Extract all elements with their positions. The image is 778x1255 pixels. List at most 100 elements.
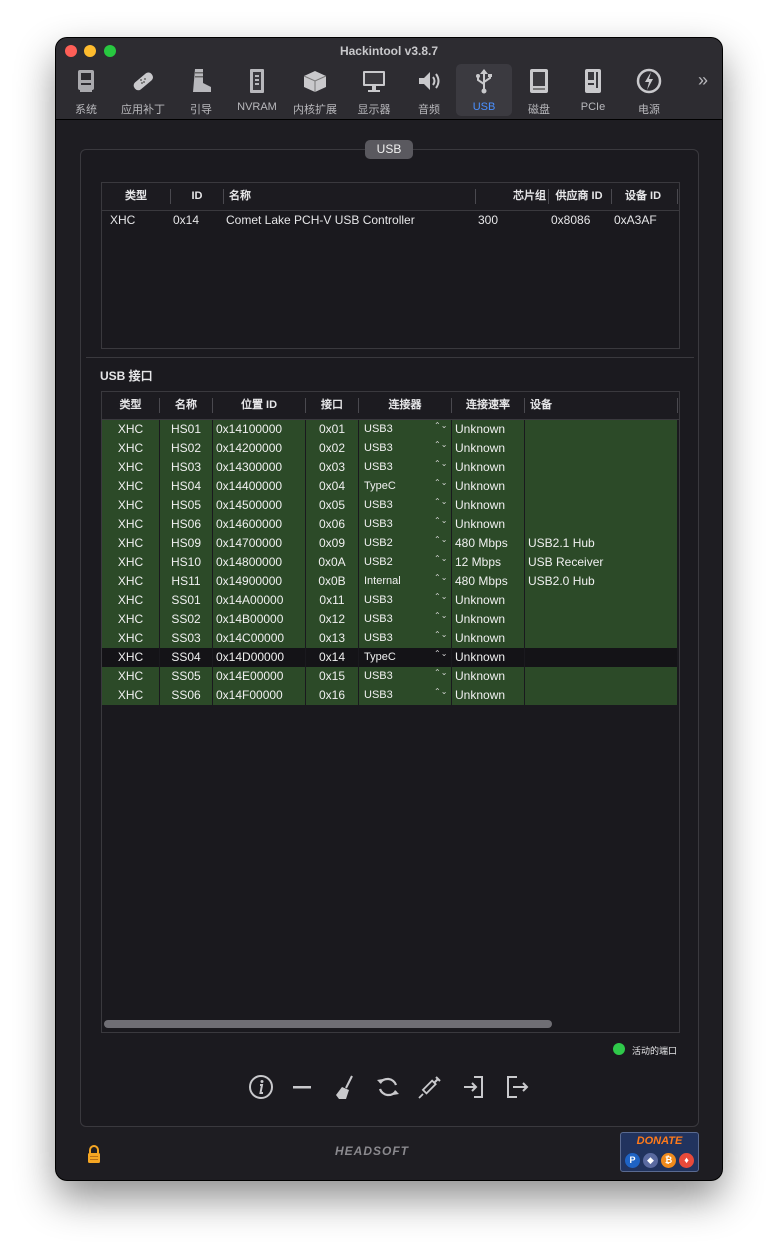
header-speed[interactable]: 连接速率: [452, 392, 524, 419]
cell-connector[interactable]: USB3: [364, 420, 434, 439]
port-row[interactable]: XHC HS10 0x14800000 0x0A USB2 12 Mbps USB Rece…: [102, 553, 677, 572]
connector-popup-chevron-icon[interactable]: ⌃⌄: [434, 439, 447, 459]
connector-popup-chevron-icon[interactable]: ⌃⌄: [434, 553, 447, 573]
port-row[interactable]: XHC HS09 0x14700000 0x09 USB2 480 Mbps USB2.1 …: [102, 534, 677, 553]
cell-location-id: 0x14700000: [216, 536, 283, 550]
header-device-id[interactable]: 设备 ID: [612, 183, 674, 210]
header-vendor-id[interactable]: 供应商 ID: [549, 183, 609, 210]
syringe-icon[interactable]: [416, 1073, 444, 1101]
connector-popup-chevron-icon[interactable]: ⌃⌄: [434, 534, 447, 554]
header-port[interactable]: 接口: [306, 392, 358, 419]
minus-icon[interactable]: [289, 1073, 317, 1101]
cell-connector[interactable]: USB2: [364, 553, 434, 572]
port-row[interactable]: XHC SS05 0x14E00000 0x15 USB3 Unknown ⌃⌄: [102, 667, 677, 686]
cell-location-id: 0x14A00000: [216, 593, 284, 607]
connector-popup-chevron-icon[interactable]: ⌃⌄: [434, 629, 447, 649]
cell-connector[interactable]: USB3: [364, 496, 434, 515]
tab-pcie-label: PCIe: [580, 101, 606, 113]
cell-vendor-id: 0x8086: [551, 213, 591, 227]
cell-connector[interactable]: USB3: [364, 667, 434, 686]
cell-name: SS06: [171, 688, 201, 702]
tab-power[interactable]: 电源: [621, 64, 677, 116]
cell-connector[interactable]: USB2: [364, 534, 434, 553]
port-row[interactable]: XHC SS01 0x14A00000 0x11 USB3 Unknown ⌃⌄: [102, 591, 677, 610]
tab-kext-label: 内核扩展: [293, 104, 337, 116]
port-row[interactable]: XHC HS03 0x14300000 0x03 USB3 Unknown ⌃⌄: [102, 458, 677, 477]
header-name[interactable]: 名称: [229, 183, 474, 210]
connector-popup-chevron-icon[interactable]: ⌃⌄: [434, 477, 447, 497]
refresh-icon[interactable]: [374, 1073, 402, 1101]
header-id[interactable]: ID: [171, 183, 223, 210]
cell-port: 0x02: [318, 441, 346, 455]
header-location-id[interactable]: 位置 ID: [213, 392, 305, 419]
tab-audio[interactable]: 音频: [401, 64, 457, 116]
header-connector[interactable]: 连接器: [359, 392, 451, 419]
cell-device: [528, 648, 676, 667]
tab-disk[interactable]: 磁盘: [511, 64, 567, 116]
header-type[interactable]: 类型: [102, 392, 159, 419]
port-row[interactable]: XHC HS02 0x14200000 0x02 USB3 Unknown ⌃⌄: [102, 439, 677, 458]
tab-usb[interactable]: USB: [456, 64, 512, 116]
connector-popup-chevron-icon[interactable]: ⌃⌄: [434, 591, 447, 611]
cell-connector[interactable]: USB3: [364, 515, 434, 534]
donate-label: DONATE: [636, 1135, 683, 1147]
port-row[interactable]: XHC HS05 0x14500000 0x05 USB3 Unknown ⌃⌄: [102, 496, 677, 515]
port-row[interactable]: XHC SS03 0x14C00000 0x13 USB3 Unknown ⌃⌄: [102, 629, 677, 648]
tab-boot[interactable]: 引导: [173, 64, 229, 116]
port-row[interactable]: XHC HS01 0x14100000 0x01 USB3 Unknown ⌃⌄: [102, 420, 677, 439]
controller-row[interactable]: XHC 0x14 Comet Lake PCH-V USB Controller…: [102, 211, 679, 230]
cell-connector[interactable]: USB3: [364, 629, 434, 648]
horizontal-scrollbar[interactable]: [104, 1020, 552, 1028]
tab-pcie[interactable]: PCIe: [565, 64, 621, 116]
cell-name: SS05: [171, 669, 201, 683]
cell-connector[interactable]: Internal: [364, 572, 434, 591]
donate-button[interactable]: DONATE P ◆ ₿ ♦: [620, 1132, 699, 1172]
tab-display[interactable]: 显示器: [346, 64, 402, 116]
cell-connector[interactable]: TypeC: [364, 648, 434, 667]
tab-kext[interactable]: 内核扩展: [287, 64, 343, 116]
cell-connector[interactable]: USB3: [364, 439, 434, 458]
cell-location-id: 0x14D00000: [216, 650, 285, 664]
cell-connector[interactable]: USB3: [364, 686, 434, 705]
broom-icon[interactable]: [331, 1073, 359, 1101]
cell-connector[interactable]: USB3: [364, 458, 434, 477]
connector-popup-chevron-icon[interactable]: ⌃⌄: [434, 686, 447, 706]
port-row[interactable]: XHC HS11 0x14900000 0x0B Internal 480 Mbps USB…: [102, 572, 677, 591]
lock-icon[interactable]: [86, 1144, 102, 1164]
port-row[interactable]: XHC HS04 0x14400000 0x04 TypeC Unknown ⌃⌄: [102, 477, 677, 496]
header-name[interactable]: 名称: [160, 392, 212, 419]
header-device[interactable]: 设备: [530, 392, 590, 419]
tab-usb-segment[interactable]: USB: [365, 140, 413, 159]
tab-system[interactable]: 系统: [58, 64, 114, 116]
info-icon[interactable]: [247, 1073, 275, 1101]
connector-popup-chevron-icon[interactable]: ⌃⌄: [434, 496, 447, 516]
cell-location-id: 0x14500000: [216, 498, 283, 512]
cell-connector[interactable]: TypeC: [364, 477, 434, 496]
connector-popup-chevron-icon[interactable]: ⌃⌄: [434, 458, 447, 478]
connector-popup-chevron-icon[interactable]: ⌃⌄: [434, 610, 447, 630]
action-bar: [56, 1073, 722, 1105]
cell-connector[interactable]: USB3: [364, 610, 434, 629]
import-icon[interactable]: [460, 1073, 488, 1101]
header-chipset[interactable]: 芯片组: [476, 183, 546, 210]
cell-device: [528, 667, 676, 686]
controller-table[interactable]: 类型 ID 名称 芯片组 供应商 ID 设备 ID XHC 0x14 Comet…: [101, 182, 680, 349]
port-row[interactable]: XHC SS04 0x14D00000 0x14 TypeC Unknown ⌃⌄: [102, 648, 677, 667]
cell-port: 0x16: [318, 688, 346, 702]
connector-popup-chevron-icon[interactable]: ⌃⌄: [434, 667, 447, 687]
connector-popup-chevron-icon[interactable]: ⌃⌄: [434, 648, 447, 668]
port-row[interactable]: XHC SS06 0x14F00000 0x16 USB3 Unknown ⌃⌄: [102, 686, 677, 705]
connector-popup-chevron-icon[interactable]: ⌃⌄: [434, 420, 447, 440]
connector-popup-chevron-icon[interactable]: ⌃⌄: [434, 572, 447, 592]
toolbar-overflow-button[interactable]: »: [698, 70, 708, 91]
ports-table[interactable]: 类型 名称 位置 ID 接口 连接器 连接速率 设备 XHC HS01 0x1410…: [101, 391, 680, 1033]
tab-nvram[interactable]: NVRAM: [229, 64, 285, 116]
connector-popup-chevron-icon[interactable]: ⌃⌄: [434, 515, 447, 535]
cell-connector[interactable]: USB3: [364, 591, 434, 610]
port-row[interactable]: XHC SS02 0x14B00000 0x12 USB3 Unknown ⌃⌄: [102, 610, 677, 629]
header-type[interactable]: 类型: [102, 183, 170, 210]
export-icon[interactable]: [503, 1073, 531, 1101]
tab-patch[interactable]: 应用补丁: [115, 64, 171, 116]
port-row[interactable]: XHC HS06 0x14600000 0x06 USB3 Unknown ⌃⌄: [102, 515, 677, 534]
cell-name: HS02: [170, 441, 202, 455]
